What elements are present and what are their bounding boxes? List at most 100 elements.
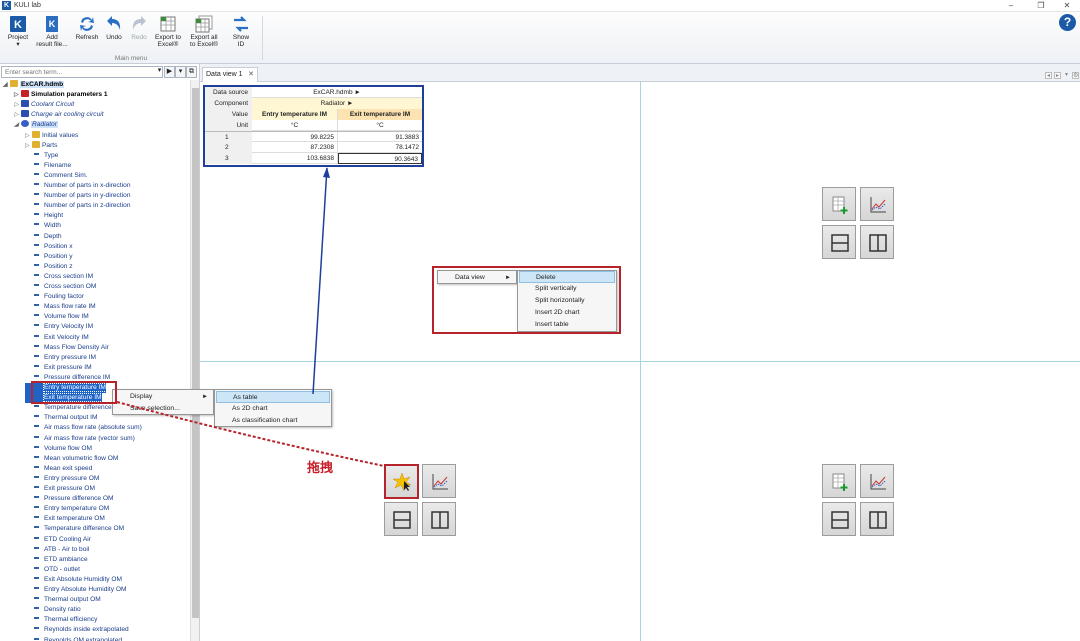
table-row[interactable]: 2 87.2308 78.1472 — [205, 142, 422, 153]
close-button[interactable]: ✕ — [1052, 0, 1080, 12]
tree-item[interactable]: Pressure difference OM — [25, 494, 114, 504]
tree-item[interactable]: ▷ Parts — [25, 140, 57, 151]
data-table[interactable]: Data source ExCAR.hdmb ► Component Radia… — [203, 85, 424, 167]
tree-item[interactable]: Mean volumetric flow OM — [25, 454, 118, 464]
tree-item[interactable]: Position z — [25, 262, 73, 272]
search-input[interactable] — [1, 66, 163, 78]
project-button[interactable]: K Project ▾ — [4, 15, 32, 48]
tree-item[interactable]: OTD - outlet — [25, 565, 80, 575]
tab-menu-icon[interactable]: ▾ — [1063, 72, 1070, 79]
tab-settings-icon[interactable]: ⚙ — [1072, 72, 1079, 79]
tree-item[interactable]: Temperature difference — [25, 403, 112, 413]
tree-scrollbar-thumb[interactable] — [192, 88, 199, 618]
add-result-file-button[interactable]: K Add result file... — [34, 15, 70, 48]
tree-item[interactable]: Mean exit speed — [25, 464, 92, 474]
tree-item[interactable]: Thermal output IM — [25, 413, 98, 423]
tree-expander-icon[interactable]: ◢ — [14, 120, 21, 130]
tree-item[interactable]: Exit Absolute Humidity OM — [25, 575, 122, 585]
tree-item[interactable]: Type — [25, 151, 58, 161]
split-horizontally-button[interactable] — [384, 502, 418, 536]
tree-item[interactable]: Exit pressure IM — [25, 363, 92, 373]
tab-next-icon[interactable]: ▸ — [1054, 72, 1061, 79]
tree-item[interactable]: Height — [25, 211, 63, 221]
tree-item[interactable]: Air mass flow rate (absolute sum) — [25, 423, 142, 433]
insert-2d-chart-button[interactable] — [860, 187, 894, 221]
tree-item[interactable]: Depth — [25, 232, 62, 242]
tree-item[interactable]: ▷ Simulation parameters 1 — [14, 90, 108, 100]
tree-expander-icon[interactable]: ◢ — [3, 80, 10, 90]
table-row[interactable]: 3 103.6838 90.3643 — [205, 153, 422, 164]
tree-item[interactable]: Entry Velocity IM — [25, 322, 93, 332]
component-link[interactable]: Radiator ► — [252, 98, 422, 109]
tree-item[interactable]: Entry Absolute Humidity OM — [25, 585, 126, 595]
tree-item[interactable]: Reynolds inside extrapolated — [25, 625, 129, 635]
menu-item-save-selection[interactable]: Save selection... — [114, 403, 212, 415]
tree-item[interactable]: Position y — [25, 252, 73, 262]
split-vertically-button[interactable] — [422, 502, 456, 536]
tree-item[interactable]: Cross section IM — [25, 272, 93, 282]
tree-item[interactable]: Position x — [25, 242, 73, 252]
tree-item[interactable]: Volume flow OM — [25, 444, 92, 454]
tree-item[interactable]: Density ratio — [25, 605, 81, 615]
insert-2d-chart-button[interactable] — [860, 464, 894, 498]
close-tab-icon[interactable]: ✕ — [248, 68, 254, 81]
data-source-link[interactable]: ExCAR.hdmb ► — [252, 87, 422, 98]
tree-item[interactable]: Fouling factor — [25, 292, 84, 302]
tree-item[interactable]: Number of parts in x-direction — [25, 181, 131, 191]
export-all-to-excel-button[interactable]: Export all to Excel® — [186, 15, 222, 48]
menu-item-as-2d-chart[interactable]: As 2D chart — [216, 403, 330, 415]
tree-expander-icon[interactable]: ▷ — [25, 141, 32, 151]
export-to-excel-button[interactable]: Export to Excel® — [151, 15, 185, 48]
tree-item[interactable]: Exit temperature OM — [25, 514, 105, 524]
tree-item[interactable]: ◢ Radiator — [14, 120, 58, 130]
tree-item[interactable]: ▷ Initial values — [25, 130, 78, 141]
tree-item[interactable]: Number of parts in y-direction — [25, 191, 131, 201]
menu-item-as-table[interactable]: As table — [216, 391, 330, 403]
tree-item[interactable]: Mass flow rate IM — [25, 302, 96, 312]
tree-item[interactable]: Volume flow IM — [25, 312, 89, 322]
minimize-button[interactable]: – — [996, 0, 1026, 12]
tree-item[interactable]: Exit Velocity IM — [25, 333, 89, 343]
redo-button[interactable]: Redo — [127, 15, 151, 41]
tree-item[interactable]: Exit pressure OM — [25, 484, 95, 494]
refresh-button[interactable]: Refresh — [73, 15, 101, 41]
tree-scrollbar[interactable] — [190, 80, 199, 641]
tree-expander-icon[interactable]: ▷ — [14, 90, 21, 100]
tree-item[interactable]: Filename — [25, 161, 71, 171]
tree-item[interactable]: Cross section OM — [25, 282, 96, 292]
tree-expander-icon[interactable]: ▷ — [14, 110, 21, 120]
split-vertically-button[interactable] — [860, 225, 894, 259]
help-button[interactable]: ? — [1059, 14, 1076, 31]
table-row[interactable]: 1 99.8225 91.3883 — [205, 131, 422, 143]
tab-prev-icon[interactable]: ◂ — [1045, 72, 1052, 79]
tree-item[interactable]: Mass Flow Density Air — [25, 343, 109, 353]
tree-item[interactable]: Thermal efficiency — [25, 615, 97, 625]
split-horizontally-button[interactable] — [822, 225, 856, 259]
tree-item[interactable]: ▷ Coolant Circuit — [14, 100, 74, 110]
column-header[interactable]: Exit temperature IM — [338, 109, 422, 120]
tree-expander-icon[interactable]: ▷ — [25, 131, 32, 141]
search-go-button[interactable]: ▶ — [164, 66, 175, 78]
column-header[interactable]: Entry temperature IM — [252, 109, 338, 120]
tree-item[interactable]: Entry temperature OM — [25, 504, 109, 514]
menu-item-display[interactable]: Display ► — [114, 391, 212, 403]
tree-item[interactable]: Temperature difference OM — [25, 524, 124, 534]
insert-table-button[interactable] — [822, 464, 856, 498]
tree-item[interactable]: ◢ ExCAR.hdmb — [3, 80, 65, 90]
tree-item[interactable]: Width — [25, 221, 61, 231]
tree-expander-icon[interactable]: ▷ — [14, 100, 21, 110]
tree-item[interactable]: Comment Sim. — [25, 171, 88, 181]
tree-item[interactable]: Air mass flow rate (vector sum) — [25, 434, 135, 444]
show-id-button[interactable]: Show ID — [228, 15, 254, 48]
tree-item[interactable]: ETD ambiance — [25, 555, 88, 565]
tree-item[interactable]: Number of parts in z-direction — [25, 201, 131, 211]
tree-item[interactable]: ATB - Air to boil — [25, 545, 89, 555]
menu-item-as-classification-chart[interactable]: As classification chart — [216, 415, 330, 427]
insert-2d-chart-button[interactable] — [422, 464, 456, 498]
split-horizontally-button[interactable] — [822, 502, 856, 536]
tree-item[interactable]: Thermal output OM — [25, 595, 101, 605]
undo-button[interactable]: Undo — [102, 15, 126, 41]
horizontal-splitter[interactable] — [200, 361, 1080, 362]
tree-item[interactable]: Entry pressure IM — [25, 353, 96, 363]
search-options-button[interactable]: ▾ — [175, 66, 186, 78]
